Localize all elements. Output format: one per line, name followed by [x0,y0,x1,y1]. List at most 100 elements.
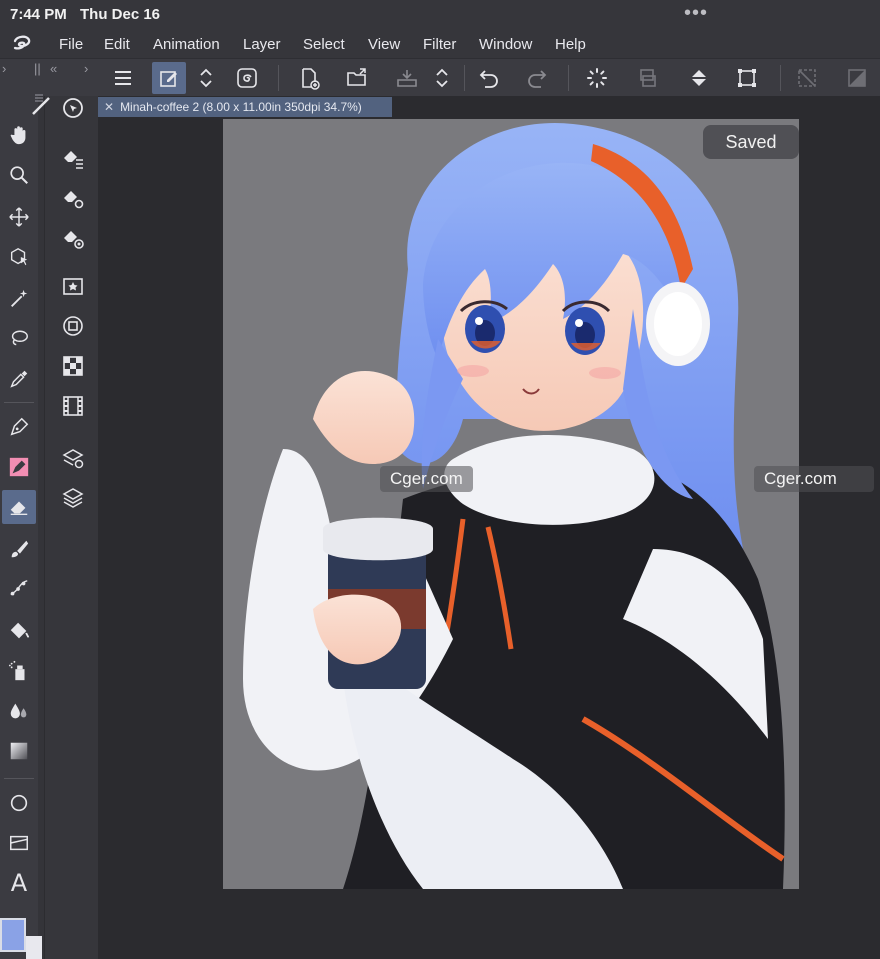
folder-star-icon [63,278,83,295]
invert-selection-button[interactable] [840,62,874,94]
save-options-stepper[interactable] [430,62,454,94]
timeline-panel-button[interactable] [59,392,87,420]
text-tool[interactable]: A [2,866,36,900]
layer-property-panel-button[interactable] [59,444,87,472]
close-icon[interactable]: ✕ [104,100,114,114]
move-tool[interactable] [2,200,36,234]
menu-window[interactable]: Window [479,36,532,53]
mode-stepper[interactable] [194,62,218,94]
circle-cursor-icon [63,98,83,118]
hand-tool[interactable] [2,118,36,152]
status-date: Thu Dec 16 [80,6,161,23]
hamburger-menu-button[interactable] [106,62,140,94]
menu-file[interactable]: File [59,36,83,53]
panel-collapse-button[interactable]: « [50,61,57,76]
pencil-pink-icon [9,457,29,477]
decoration-tool[interactable] [2,532,36,566]
menu-animation[interactable]: Animation [153,36,220,53]
undo-button[interactable] [472,62,506,94]
command-bar: › || « › [0,58,880,96]
fill-button[interactable] [682,62,716,94]
pencil-tool[interactable] [2,450,36,484]
blend-tool[interactable] [2,694,36,728]
layer-stack-icon [640,69,656,87]
menu-help[interactable]: Help [555,36,586,53]
sub-tool-eraser-settings[interactable] [59,184,87,212]
new-file-button[interactable] [292,62,326,94]
companion-mode-button[interactable] [230,62,264,94]
menu-layer[interactable]: Layer [243,36,281,53]
main-color-swatch[interactable] [0,918,26,952]
app-logo-icon[interactable] [10,32,34,56]
pen-tool[interactable] [2,410,36,444]
pen-stroke-icon [32,97,50,115]
hamburger-icon [115,71,131,85]
lasso-tool[interactable] [2,322,36,356]
brush-size-toggle[interactable] [27,92,55,120]
multitasking-dots[interactable]: ••• [684,2,708,25]
eraser-icon [10,501,28,516]
loading-indicator [580,62,614,94]
eraser-gear-icon [64,191,84,209]
sub-color-swatch[interactable] [26,936,42,959]
airbrush-tool[interactable] [2,654,36,688]
color-set-panel-button[interactable] [59,352,87,380]
edit-mode-button[interactable] [152,62,186,94]
navigator-icon [63,316,83,336]
chevron-updown-icon [436,68,448,88]
folder-open-icon [347,68,366,86]
save-button[interactable] [390,62,424,94]
deselect-icon [798,69,816,87]
paint-bucket-icon [691,70,707,86]
undo-icon [479,70,498,88]
menu-edit[interactable]: Edit [104,36,130,53]
sub-tool-eraser-target[interactable] [59,224,87,252]
spiral-icon [237,68,257,88]
move-arrows-icon [9,207,29,227]
layers-icon [62,488,84,508]
open-file-button[interactable] [340,62,374,94]
status-bar: 7:44 PM Thu Dec 16 ••• [0,0,880,30]
eyedropper-icon [10,370,28,388]
eraser-layer-icon [64,151,83,169]
zoom-tool[interactable] [2,158,36,192]
watermark-right: Cger.com [754,466,874,492]
material-panel-button[interactable] [59,272,87,300]
watermark-left: Cger.com [380,466,473,492]
eraser-tool[interactable] [2,490,36,524]
menu-view[interactable]: View [368,36,400,53]
transform-button[interactable] [730,62,764,94]
dotted-line-icon [10,580,28,596]
new-file-icon [302,68,320,90]
eyedropper-tool[interactable] [2,362,36,396]
film-strip-icon [63,396,83,416]
clear-layer-button[interactable] [630,62,664,94]
object-tool[interactable] [2,240,36,274]
lasso-icon [11,330,28,346]
gradient-tool[interactable] [2,734,36,768]
deselect-button[interactable] [790,62,824,94]
circle-icon [10,794,28,812]
menu-select[interactable]: Select [303,36,345,53]
panel-expand-button[interactable]: › [84,61,88,76]
layer-panel-button[interactable] [59,484,87,512]
drawing-canvas[interactable] [223,119,799,889]
auto-select-tool[interactable] [2,282,36,316]
redo-button[interactable] [520,62,554,94]
panel-back-arrow[interactable]: › [2,61,6,76]
frame-tool[interactable] [2,826,36,860]
document-tab[interactable]: ✕ Minah-coffee 2 (8.00 x 11.00in 350dpi 3… [98,97,392,117]
figure-tool[interactable] [2,572,36,606]
toolbar-divider [780,65,781,91]
sub-tool-eraser-layers[interactable] [59,144,87,172]
navigator-panel-button[interactable] [59,312,87,340]
sub-tool-settings[interactable] [59,94,87,122]
checker-grid-icon [63,356,83,376]
fill-tool[interactable] [2,614,36,648]
menu-filter[interactable]: Filter [423,36,456,53]
shape-tool[interactable] [2,786,36,820]
magic-wand-icon [11,289,28,307]
panel-divider-handle[interactable]: || [34,61,41,76]
tool-divider [4,778,34,779]
tool-palette: A [0,96,38,959]
